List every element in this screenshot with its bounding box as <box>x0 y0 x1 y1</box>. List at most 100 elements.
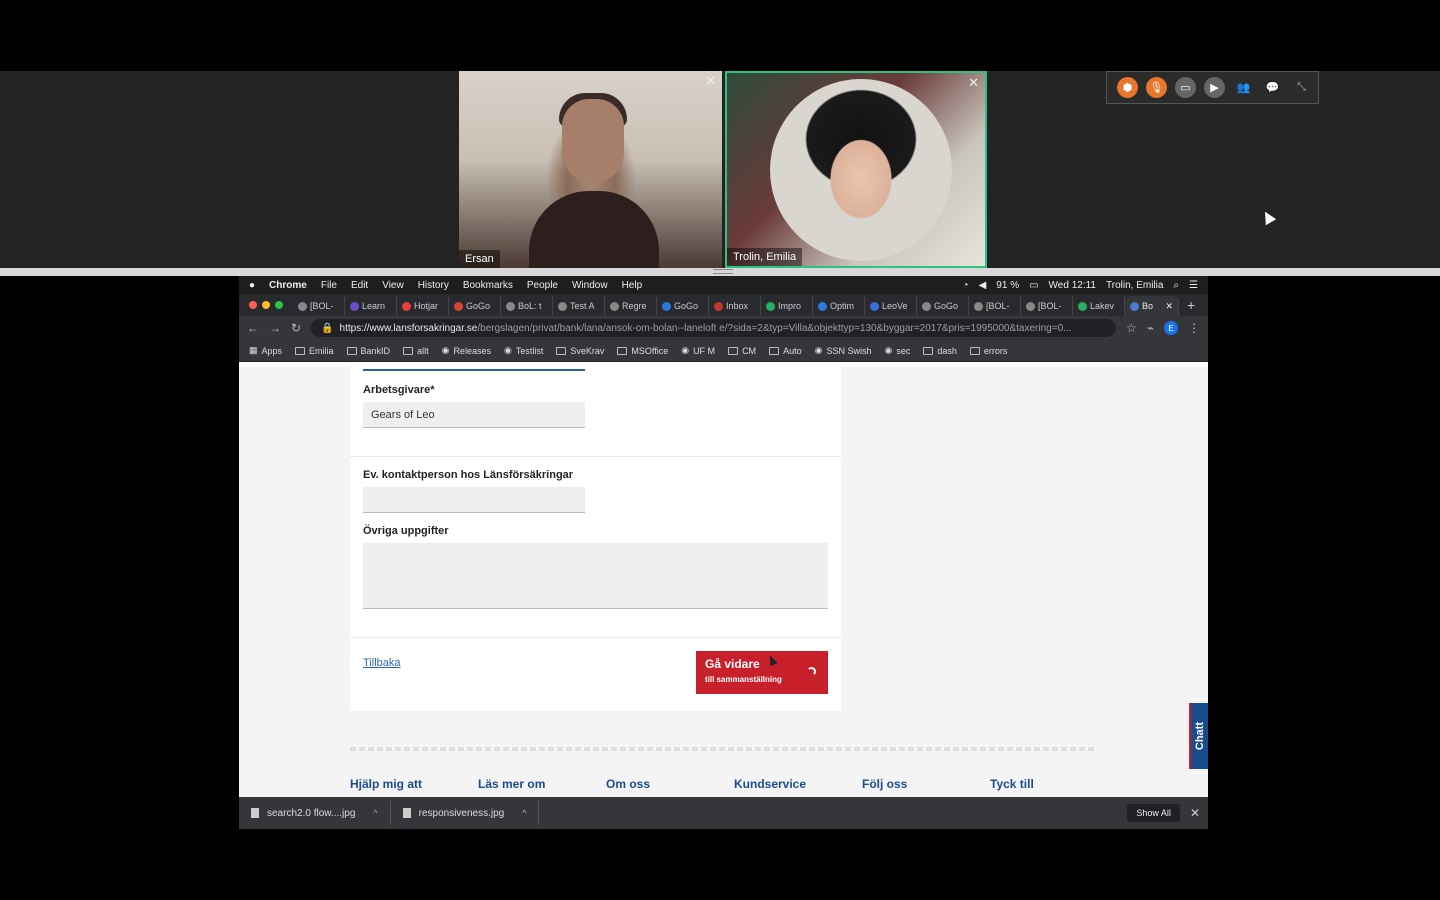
back-arrow-icon[interactable]: ← <box>247 321 259 335</box>
reload-icon[interactable]: ↻ <box>291 321 301 335</box>
browser-tab[interactable]: Inbox <box>709 296 761 316</box>
spotlight-search-icon[interactable]: ⌕ <box>1173 280 1179 291</box>
address-bar[interactable]: 🔒 https://www.lansforsakringar.se /bergs… <box>311 319 1116 337</box>
continue-button[interactable]: Gå vidare till sammanställning <box>696 651 828 694</box>
browser-tab-active[interactable]: Bo ✕ <box>1125 296 1179 316</box>
bookmark-item[interactable]: ◉ SSN Swish <box>815 345 872 356</box>
menu-view[interactable]: View <box>382 280 404 291</box>
new-tab-icon[interactable]: + <box>1187 297 1195 313</box>
footer-link-customer-service[interactable]: Kundservice <box>734 777 862 791</box>
close-tab-icon[interactable]: ✕ <box>1165 301 1173 312</box>
tab-title: Learn <box>362 301 386 311</box>
bookmark-label: errors <box>983 345 1008 356</box>
bookmark-item[interactable]: ▦ Apps <box>249 345 282 356</box>
collapse-icon[interactable]: ⤡ <box>1291 77 1312 98</box>
apple-icon[interactable]: ● <box>249 280 255 291</box>
close-icon[interactable]: ✕ <box>705 73 716 89</box>
footer-link-about[interactable]: Om oss <box>606 777 734 791</box>
show-all-button[interactable]: Show All <box>1127 804 1180 822</box>
chat-tab-button[interactable]: Chatt <box>1189 703 1208 769</box>
chevron-up-icon[interactable]: ^ <box>373 808 377 818</box>
menu-help[interactable]: Help <box>622 280 643 291</box>
browser-tab[interactable]: Hotjar <box>397 296 449 316</box>
bookmark-item[interactable]: ◉ Testlist <box>504 345 543 356</box>
more-menu-icon[interactable]: ⋮ <box>1188 321 1200 335</box>
mute-icon[interactable]: 🎙 <box>1146 77 1167 98</box>
download-item[interactable]: responsiveness.jpg ^ <box>391 801 540 825</box>
bookmark-item[interactable]: allt <box>403 346 429 356</box>
bookmark-item[interactable]: ◉ Releases <box>442 345 491 356</box>
wifi-icon[interactable]: ◔ <box>963 280 969 291</box>
browser-tab[interactable]: LeoVe <box>865 296 917 316</box>
bookmark-item[interactable]: ◉ sec <box>884 345 910 356</box>
bookmark-item[interactable]: CM <box>728 346 756 356</box>
notification-center-icon[interactable]: ☰ <box>1189 280 1198 291</box>
menubar-user[interactable]: Trolin, Emilia <box>1106 280 1163 291</box>
chevron-up-icon[interactable]: ^ <box>522 808 526 818</box>
window-minimize-button[interactable] <box>262 301 270 309</box>
browser-tab[interactable]: [BOL- <box>293 296 345 316</box>
browser-tab[interactable]: Impro <box>761 296 813 316</box>
browser-tab[interactable]: [BOL- <box>1021 296 1073 316</box>
browser-tab[interactable]: BoL: t <box>501 296 553 316</box>
tab-favicon-icon <box>1078 301 1087 311</box>
browser-tab[interactable]: Regre <box>605 296 657 316</box>
close-icon[interactable]: ✕ <box>968 75 979 91</box>
bookmark-star-icon[interactable]: ☆ <box>1126 321 1137 335</box>
browser-tab[interactable]: Learn <box>345 296 397 316</box>
browser-tab[interactable]: GoGo <box>657 296 709 316</box>
window-close-button[interactable] <box>249 301 257 309</box>
footer-link-feedback[interactable]: Tyck till <box>990 777 1118 791</box>
bookmark-item[interactable]: Emilia <box>295 346 334 356</box>
battery-percent[interactable]: 91 % <box>996 280 1019 291</box>
menu-bookmarks[interactable]: Bookmarks <box>463 280 513 291</box>
footer-link-read-more[interactable]: Läs mer om <box>478 777 606 791</box>
profile-avatar[interactable]: E <box>1164 321 1178 335</box>
browser-tab[interactable]: Optim <box>813 296 865 316</box>
menu-file[interactable]: File <box>321 280 337 291</box>
bookmark-item[interactable]: BankID <box>346 346 390 356</box>
chat-icon[interactable]: 💬 <box>1262 77 1283 98</box>
camera-icon[interactable]: ▶ <box>1204 77 1225 98</box>
forward-arrow-icon[interactable]: → <box>269 321 281 335</box>
menu-history[interactable]: History <box>418 280 449 291</box>
volume-icon[interactable]: ◀ <box>979 280 987 291</box>
footer-link-follow[interactable]: Följ oss <box>862 777 990 791</box>
close-icon[interactable]: ✕ <box>1190 806 1200 820</box>
split-divider[interactable] <box>0 268 1440 276</box>
participant-tile-ersan[interactable]: ✕ Ersan <box>459 71 722 268</box>
browser-tab[interactable]: Test A <box>553 296 605 316</box>
bookmark-label: Emilia <box>309 345 334 356</box>
battery-icon[interactable]: ▭ <box>1029 280 1038 291</box>
participant-tile-emilia[interactable]: ✕ Trolin, Emilia <box>725 71 987 268</box>
back-link[interactable]: Tillbaka <box>363 657 401 669</box>
other-info-textarea[interactable] <box>363 543 828 609</box>
contact-person-input[interactable] <box>363 487 585 513</box>
bookmark-item[interactable]: errors <box>969 345 1008 356</box>
menu-edit[interactable]: Edit <box>351 280 368 291</box>
mac-menubar: ● Chrome File Edit View History Bookmark… <box>239 276 1208 294</box>
bookmark-item[interactable]: ◉ UF M <box>681 345 715 356</box>
browser-tab[interactable]: GoGo <box>917 296 969 316</box>
employer-input[interactable]: Gears of Leo <box>363 402 585 428</box>
browser-tab[interactable]: [BOL- <box>969 296 1021 316</box>
bookmark-item[interactable]: dash <box>923 346 957 356</box>
screen-share-icon[interactable]: ▭ <box>1175 77 1196 98</box>
bookmark-item[interactable]: MSOffice <box>617 346 668 356</box>
menu-app-name[interactable]: Chrome <box>269 280 307 291</box>
menu-window[interactable]: Window <box>572 280 608 291</box>
hexagon-icon[interactable]: ⬢ <box>1117 77 1138 98</box>
bookmark-item[interactable]: Auto <box>769 346 802 356</box>
window-zoom-button[interactable] <box>275 301 283 309</box>
browser-tab[interactable]: GoGo <box>449 296 501 316</box>
menubar-clock[interactable]: Wed 12:11 <box>1049 280 1096 291</box>
drag-handle[interactable] <box>713 269 733 274</box>
browser-tab[interactable]: Lakev <box>1073 296 1125 316</box>
download-item[interactable]: search2.0 flow....jpg ^ <box>239 801 391 825</box>
folder-icon <box>728 346 739 355</box>
extension-icon[interactable]: ⌁ <box>1147 321 1154 335</box>
bookmark-item[interactable]: SveKrav <box>556 346 604 356</box>
footer-link-help[interactable]: Hjälp mig att <box>350 777 478 791</box>
menu-people[interactable]: People <box>527 280 558 291</box>
participants-icon[interactable]: 👥 <box>1233 77 1254 98</box>
